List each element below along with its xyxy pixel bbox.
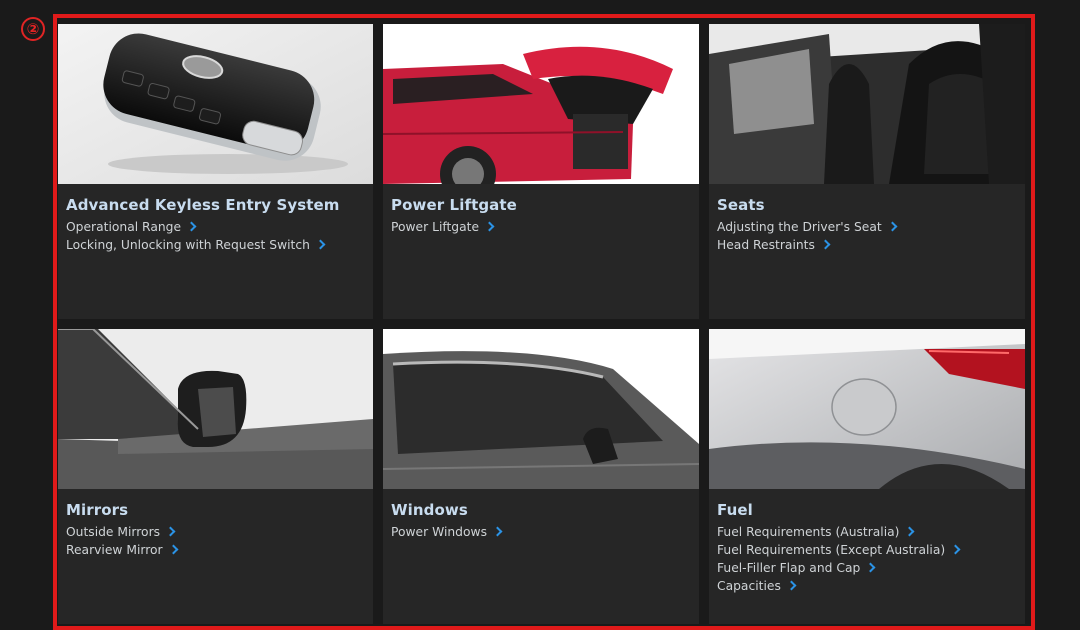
card-title: Windows (391, 501, 468, 519)
chevron-right-icon (887, 221, 898, 232)
link-adjust-driver-seat[interactable]: Adjusting the Driver's Seat (717, 218, 1017, 236)
link-capacities[interactable]: Capacities (717, 577, 1017, 595)
liftgate-image[interactable] (383, 24, 699, 184)
card-title: Advanced Keyless Entry System (66, 196, 340, 214)
chevron-right-icon (865, 562, 876, 573)
link-rearview-mirror[interactable]: Rearview Mirror (66, 541, 365, 559)
link-outside-mirrors[interactable]: Outside Mirrors (66, 523, 365, 541)
link-operational-range[interactable]: Operational Range (66, 218, 365, 236)
card-keyless-entry: Advanced Keyless Entry System Operationa… (58, 24, 373, 319)
chevron-right-icon (165, 526, 176, 537)
card-title: Fuel (717, 501, 753, 519)
link-head-restraints[interactable]: Head Restraints (717, 236, 1017, 254)
fuel-flap-image[interactable] (709, 329, 1025, 489)
link-power-windows[interactable]: Power Windows (391, 523, 691, 541)
card-windows: Windows Power Windows (383, 329, 699, 624)
chevron-right-icon (786, 580, 797, 591)
card-title: Mirrors (66, 501, 129, 519)
chevron-right-icon (950, 544, 961, 555)
key-fob-image[interactable] (58, 24, 373, 184)
link-power-liftgate[interactable]: Power Liftgate (391, 218, 691, 236)
chevron-right-icon (905, 526, 915, 537)
link-fuel-req-except-australia[interactable]: Fuel Requirements (Except Australia) (717, 541, 1017, 559)
chevron-right-icon (186, 221, 197, 232)
card-mirrors: Mirrors Outside Mirrors Rearview Mirror (58, 329, 373, 624)
feature-grid: Advanced Keyless Entry System Operationa… (58, 24, 1025, 624)
chevron-right-icon (168, 544, 179, 555)
step-number-marker: ② (21, 17, 45, 41)
chevron-right-icon (820, 239, 831, 250)
chevron-right-icon (484, 221, 495, 232)
link-request-switch[interactable]: Locking, Unlocking with Request Switch (66, 236, 365, 254)
card-title: Power Liftgate (391, 196, 517, 214)
seats-image[interactable] (709, 24, 1025, 184)
card-seats: Seats Adjusting the Driver's Seat Head R… (709, 24, 1025, 319)
link-fuel-req-australia[interactable]: Fuel Requirements (Australia) (717, 523, 1017, 541)
chevron-right-icon (315, 239, 326, 250)
windows-image[interactable] (383, 329, 699, 489)
chevron-right-icon (492, 526, 503, 537)
card-title: Seats (717, 196, 765, 214)
card-power-liftgate: Power Liftgate Power Liftgate (383, 24, 699, 319)
card-fuel: Fuel Fuel Requirements (Australia) Fuel … (709, 329, 1025, 624)
mirror-image[interactable] (58, 329, 373, 489)
link-fuel-filler-flap[interactable]: Fuel-Filler Flap and Cap (717, 559, 1017, 577)
